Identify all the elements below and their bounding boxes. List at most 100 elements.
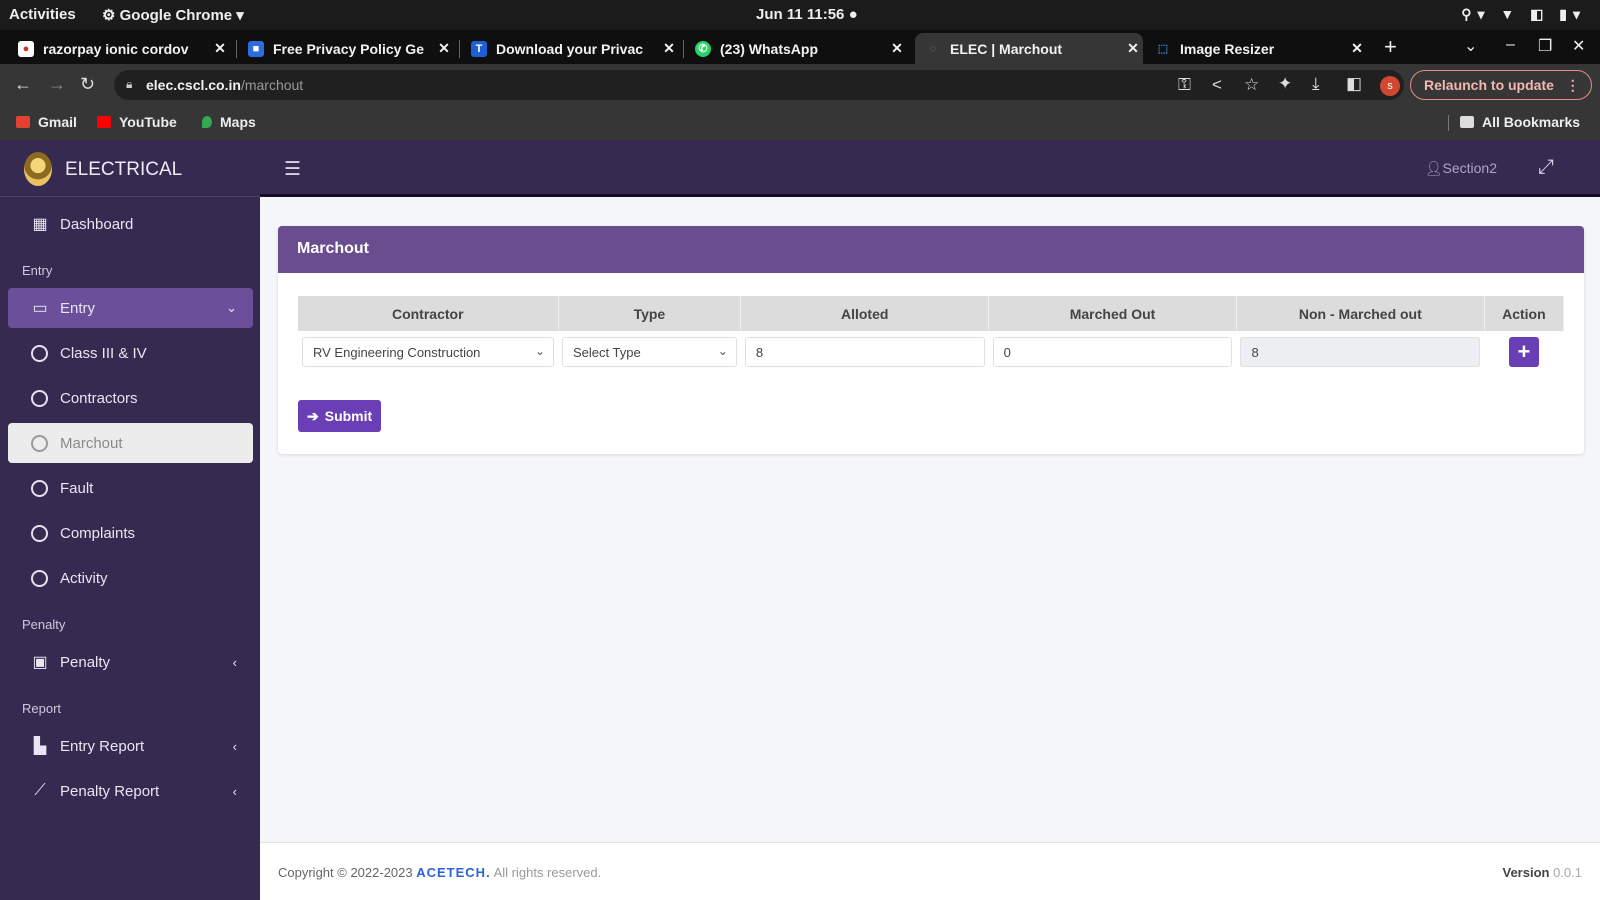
hamburger-menu-icon[interactable]: ☰ [284, 158, 301, 181]
all-bookmarks[interactable]: All Bookmarks [1460, 114, 1580, 130]
bookmark-youtube[interactable]: YouTube [97, 114, 177, 130]
sidebar-item-penalty-report[interactable]: ⟋ Penalty Report ‹ [8, 771, 253, 811]
tab-strip: ● razorpay ionic cordov ✕ ■ Free Privacy… [0, 30, 1600, 64]
tab-download-privacy[interactable]: T Download your Privac ✕ [461, 33, 679, 64]
sidebar-item-activity[interactable]: Activity [8, 558, 253, 598]
bookmark-star-icon[interactable]: ☆ [1244, 75, 1259, 95]
sidebar-item-penalty[interactable]: ▣ Penalty ‹ [8, 642, 253, 682]
tab-title: Download your Privac [496, 40, 644, 57]
bookmark-gmail[interactable]: Gmail [16, 114, 77, 130]
submit-button[interactable]: ➔ Submit [298, 400, 381, 432]
type-select[interactable]: Select Type ⌄ [562, 337, 737, 367]
add-row-button[interactable]: + [1508, 337, 1539, 367]
sidebar-item-contractors[interactable]: Contractors [8, 378, 253, 418]
new-tab-plus-icon[interactable]: + [1384, 34, 1397, 60]
sidebar-item-fault[interactable]: Fault [8, 468, 253, 508]
table-header-row: Contractor Type Alloted Marched Out Non … [298, 296, 1565, 331]
sidebar-item-label: Dashboard [60, 215, 134, 233]
os-top-bar: Activities ⚙ Google Chrome ▾ Jun 11 11:5… [0, 0, 1600, 30]
user-menu[interactable]: 👤︎Section2 [1425, 160, 1497, 177]
circle-icon [31, 344, 48, 362]
tab-privacy-policy[interactable]: ■ Free Privacy Policy Ge ✕ [238, 33, 454, 64]
more-vert-icon: ⋮ [1565, 77, 1580, 93]
tab-favicon-icon: ■ [248, 40, 264, 57]
acetech-link[interactable]: ACETECH. [416, 865, 490, 880]
tab-search-chevron-icon[interactable]: ⌄ [1464, 36, 1477, 56]
sidebar-item-label: Contractors [60, 389, 138, 407]
tab-image-resizer[interactable]: ⬚ Image Resizer ✕ [1145, 33, 1367, 64]
profile-avatar[interactable]: s [1380, 76, 1400, 96]
circle-icon [31, 569, 48, 587]
reload-icon[interactable]: ↻ [80, 74, 95, 95]
fullscreen-icon[interactable]: ⤢ [1538, 156, 1554, 179]
tab-whatsapp[interactable]: ✆ (23) WhatsApp ✕ [685, 33, 907, 64]
brand[interactable]: ELECTRICAL [0, 140, 260, 197]
chevron-left-icon: ‹ [232, 783, 237, 799]
close-icon[interactable]: ✕ [659, 40, 679, 57]
column-header-contractor: Contractor [298, 296, 559, 331]
contractor-select-value: RV Engineering Construction [313, 345, 481, 360]
column-header-action: Action [1484, 296, 1565, 331]
tab-favicon-icon: ◌ [929, 42, 937, 55]
key-icon[interactable]: ⚿ [1178, 75, 1191, 95]
top-navbar: ☰ 👤︎Section2 ⤢ [260, 140, 1600, 197]
menu-group-penalty: Penalty [22, 617, 66, 632]
marchout-card: Marchout Contractor Type Alloted Marched… [278, 226, 1584, 454]
alloted-input[interactable]: 8 [744, 337, 985, 367]
grid-icon: ▦ [32, 216, 48, 233]
back-arrow-icon[interactable]: ← [14, 74, 32, 95]
version-number: 0.0.1 [1553, 865, 1582, 880]
tab-elec-marchout[interactable]: ◌ ELEC | Marchout ✕ [915, 33, 1143, 64]
tab-title: Image Resizer [1180, 40, 1275, 57]
download-icon[interactable]: ⤓ [1312, 74, 1320, 94]
window-close-icon[interactable]: ✕ [1572, 36, 1585, 56]
sidebar-item-marchout[interactable]: Marchout [8, 423, 253, 463]
bar-chart-icon: ▙ [33, 738, 47, 755]
sidebar-item-dashboard[interactable]: ▦ Dashboard [8, 204, 253, 244]
extensions-icon[interactable]: ✦ [1278, 74, 1292, 94]
sidebar-item-label: Entry [60, 299, 96, 317]
clock[interactable]: Jun 11 11:56 ● [756, 6, 858, 23]
forward-arrow-icon[interactable]: → [48, 74, 66, 95]
close-icon[interactable]: ✕ [1347, 40, 1367, 57]
app-menu[interactable]: ⚙ Google Chrome ▾ [102, 6, 244, 24]
relaunch-button[interactable]: Relaunch to update ⋮ [1410, 70, 1592, 100]
chevron-down-icon: ⌄ [534, 344, 545, 358]
close-icon[interactable]: ✕ [1123, 40, 1143, 57]
sidebar-item-label: Activity [60, 569, 108, 587]
sidebar-item-class-iii-iv[interactable]: Class III & IV [8, 333, 253, 373]
sidebar-item-label: Penalty Report [60, 782, 160, 800]
tab-title: ELEC | Marchout [950, 40, 1063, 57]
submit-label: Submit [324, 408, 373, 424]
close-icon[interactable]: ✕ [210, 40, 230, 57]
url-text[interactable]: elec.cscl.co.in/marchout [146, 77, 303, 93]
money-icon: ▣ [32, 654, 48, 671]
system-tray[interactable]: ⚲▾ ▼ ◧ ▮▾ [1461, 6, 1586, 23]
tab-razorpay[interactable]: ● razorpay ionic cordov ✕ [8, 33, 230, 64]
marched-out-input[interactable]: 0 [992, 337, 1233, 367]
sidebar-item-label: Class III & IV [60, 344, 147, 362]
sidebar-item-label: Complaints [60, 524, 136, 542]
sidebar-item-label: Fault [60, 479, 94, 497]
version-label: Version [1502, 865, 1550, 880]
contractor-select[interactable]: RV Engineering Construction ⌄ [302, 337, 554, 367]
site-info-icon[interactable]: 🔒︎ [126, 77, 132, 92]
restore-icon[interactable]: ❐ [1538, 36, 1552, 56]
sidebar-item-entry-report[interactable]: ▙ Entry Report ‹ [8, 726, 253, 766]
bookmark-maps[interactable]: Maps [202, 114, 256, 130]
activities-button[interactable]: Activities [9, 6, 76, 23]
bookmark-label: Gmail [38, 114, 77, 130]
sidebar-item-complaints[interactable]: Complaints [8, 513, 253, 553]
minimize-icon[interactable]: – [1506, 36, 1515, 54]
tab-favicon-icon: ⬚ [1157, 42, 1169, 55]
close-icon[interactable]: ✕ [434, 40, 454, 57]
circle-icon [31, 434, 48, 452]
close-icon[interactable]: ✕ [887, 40, 907, 57]
side-panel-icon[interactable]: ◧ [1346, 74, 1362, 94]
sidebar-item-label: Penalty [60, 653, 111, 671]
share-icon[interactable]: < [1212, 75, 1222, 95]
sidebar-item-entry[interactable]: ▭ Entry ⌄ [8, 288, 253, 328]
relaunch-label: Relaunch to update [1424, 77, 1554, 93]
url-bar[interactable]: 🔒︎ elec.cscl.co.in/marchout ⚿ < ☆ [114, 70, 1404, 100]
card-title: Marchout [278, 226, 1584, 273]
